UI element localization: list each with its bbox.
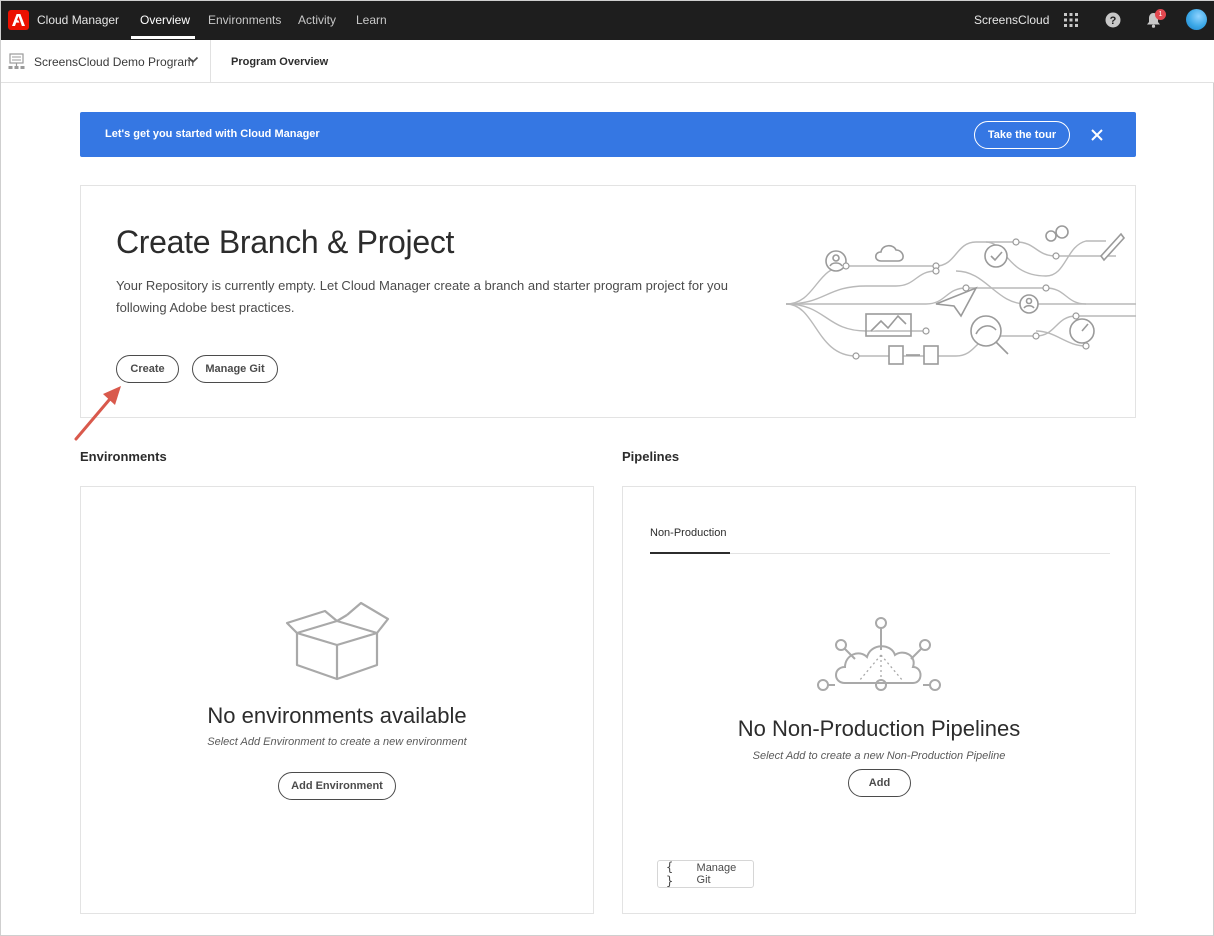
top-navigation-bar: Cloud Manager Overview Environments Acti… bbox=[1, 1, 1214, 40]
add-pipeline-button[interactable]: Add bbox=[848, 769, 911, 797]
page-title: Program Overview bbox=[231, 56, 329, 68]
help-icon[interactable]: ? bbox=[1104, 11, 1122, 29]
annotation-arrow-icon bbox=[74, 386, 121, 441]
code-braces-icon: { } bbox=[666, 860, 674, 888]
program-name: ScreensCloud Demo Program bbox=[34, 55, 195, 69]
nav-activity[interactable]: Activity bbox=[298, 13, 336, 27]
nav-environments[interactable]: Environments bbox=[208, 13, 281, 27]
manage-git-label: Manage Git bbox=[696, 862, 737, 886]
adobe-logo-icon[interactable] bbox=[8, 10, 29, 30]
active-tab-indicator bbox=[650, 552, 730, 554]
empty-state-title: No environments available bbox=[207, 703, 467, 728]
svg-text:?: ? bbox=[1110, 15, 1117, 27]
nav-overview[interactable]: Overview bbox=[140, 13, 190, 27]
card-description: Your Repository is currently empty. Let … bbox=[116, 278, 729, 315]
manage-git-button[interactable]: Manage Git bbox=[192, 355, 278, 383]
pipelines-section-title: Pipelines bbox=[622, 449, 680, 464]
avatar[interactable] bbox=[1186, 9, 1207, 30]
notification-badge: 1 bbox=[1155, 9, 1166, 20]
empty-state-title: No Non-Production Pipelines bbox=[737, 716, 1021, 741]
chevron-down-icon bbox=[187, 56, 199, 64]
empty-state-subtitle: Select Add Environment to create a new e… bbox=[207, 736, 467, 748]
take-tour-button[interactable]: Take the tour bbox=[974, 121, 1070, 149]
pipelines-card: Non-Production No Non-Production Pipelin… bbox=[622, 486, 1136, 914]
tab-non-production[interactable]: Non-Production bbox=[650, 527, 726, 539]
active-nav-indicator bbox=[131, 36, 195, 39]
empty-box-icon bbox=[285, 601, 390, 681]
onboarding-banner: Let's get you started with Cloud Manager… bbox=[80, 112, 1136, 157]
environments-section-title: Environments bbox=[80, 449, 167, 464]
banner-text: Let's get you started with Cloud Manager bbox=[105, 128, 320, 140]
manage-git-button[interactable]: { } Manage Git bbox=[657, 860, 754, 888]
nav-learn[interactable]: Learn bbox=[356, 13, 387, 27]
apps-grid-icon[interactable] bbox=[1062, 11, 1080, 29]
workflow-illustration bbox=[786, 225, 1136, 365]
close-icon[interactable] bbox=[1090, 128, 1104, 142]
empty-state-subtitle: Select Add to create a new Non-Productio… bbox=[752, 750, 1006, 762]
create-branch-card: Create Branch & Project Your Repository … bbox=[80, 185, 1136, 418]
org-switcher[interactable]: ScreensCloud bbox=[974, 13, 1049, 27]
cloud-pipeline-icon bbox=[817, 617, 941, 691]
card-title: Create Branch & Project bbox=[116, 224, 455, 260]
app-name[interactable]: Cloud Manager bbox=[37, 13, 119, 27]
program-picker[interactable]: ScreensCloud Demo Program bbox=[1, 40, 211, 83]
environments-card: No environments available Select Add Env… bbox=[80, 486, 594, 914]
add-environment-button[interactable]: Add Environment bbox=[278, 772, 396, 800]
program-icon bbox=[8, 53, 25, 69]
create-button[interactable]: Create bbox=[116, 355, 179, 383]
app-frame: Cloud Manager Overview Environments Acti… bbox=[0, 0, 1214, 936]
program-header: ScreensCloud Demo Program Program Overvi… bbox=[1, 40, 1214, 83]
